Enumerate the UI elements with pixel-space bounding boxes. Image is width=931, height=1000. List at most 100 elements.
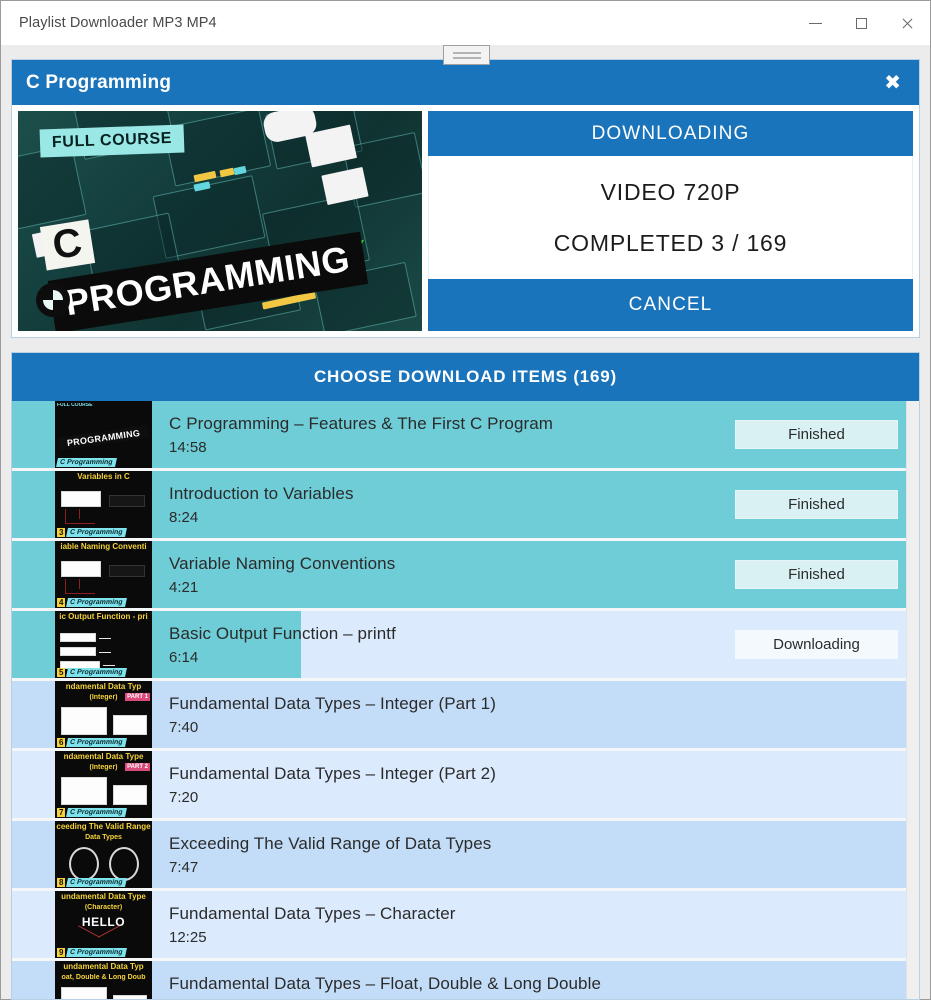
thumb-box xyxy=(113,785,147,805)
item-duration: 14:58 xyxy=(169,438,207,456)
grip-line xyxy=(452,56,481,59)
thumb-box xyxy=(61,987,107,999)
list-item[interactable]: undamental Data Typ oat, Double & Long Do… xyxy=(12,961,915,1000)
thumb-number: 5 xyxy=(57,668,66,677)
grip-line xyxy=(452,51,481,54)
item-status-button[interactable]: Downloading xyxy=(735,630,898,659)
thumb-ring xyxy=(109,847,139,881)
thumb-subtitle: Data Types xyxy=(85,834,122,841)
item-duration: 8:24 xyxy=(169,508,199,526)
thumb-ring xyxy=(69,847,99,881)
thumbnail-badge: FULL COURSE xyxy=(39,124,185,158)
item-text: Fundamental Data Types – Integer (Part 1… xyxy=(169,694,735,736)
thumb-brand: C Programming xyxy=(66,598,127,607)
list-item[interactable]: FULL COURSE PROGRAMMING C Programming C … xyxy=(12,401,915,468)
item-thumbnail: FULL COURSE PROGRAMMING C Programming xyxy=(55,401,152,468)
item-status-button[interactable]: Finished xyxy=(735,420,898,449)
maximize-button[interactable] xyxy=(838,1,884,45)
thumb-box xyxy=(109,565,145,577)
item-text: Fundamental Data Types – Float, Double &… xyxy=(169,974,735,1000)
download-status-header: DOWNLOADING xyxy=(428,111,913,156)
thumb-box xyxy=(61,707,107,735)
thumb-footer: C Programming xyxy=(56,458,117,467)
thumb-footer: 5 C Programming xyxy=(57,668,127,677)
close-window-button[interactable] xyxy=(884,1,930,45)
download-items-header: CHOOSE DOWNLOAD ITEMS (169) xyxy=(12,353,919,401)
thumb-line xyxy=(79,579,80,589)
item-thumbnail: ic Output Function - pri 5 C Programming xyxy=(55,611,152,678)
item-status-button[interactable]: Finished xyxy=(735,560,898,589)
list-item[interactable]: iable Naming Conventi 4 C Programming Va… xyxy=(12,541,915,608)
playlist-card-header: C Programming ✖ xyxy=(12,60,919,105)
thumb-line xyxy=(65,523,95,524)
thumb-number: 7 xyxy=(57,808,66,817)
item-thumbnail: ndamental Data Type (Integer) PART 2 7 C … xyxy=(55,751,152,818)
window-controls xyxy=(792,1,930,45)
list-item[interactable]: ndamental Data Typ (Integer) PART 1 6 C P… xyxy=(12,681,915,748)
list-item[interactable]: Variables in C 3 C Programming Introduct… xyxy=(12,471,915,538)
item-title: Fundamental Data Types – Integer (Part 2… xyxy=(169,763,496,783)
thumb-footer: 6 C Programming xyxy=(57,738,127,747)
download-items-list: FULL COURSE PROGRAMMING C Programming C … xyxy=(12,401,915,1000)
thumb-box xyxy=(109,495,145,507)
thumb-box xyxy=(61,561,101,577)
thumb-line xyxy=(65,593,95,594)
item-title: Variable Naming Conventions xyxy=(169,553,396,573)
item-text: Exceeding The Valid Range of Data Types … xyxy=(169,834,735,876)
close-playlist-icon[interactable]: ✖ xyxy=(880,71,905,95)
item-thumbnail: ceeding The Valid Range Data Types 8 C Pr… xyxy=(55,821,152,888)
item-thumbnail: undamental Data Type (Character) HELLO 9 C… xyxy=(55,891,152,958)
minimize-button[interactable] xyxy=(792,1,838,45)
window-titlebar: Playlist Downloader MP3 MP4 xyxy=(1,1,930,46)
thumb-line xyxy=(103,665,115,666)
close-icon xyxy=(901,17,914,30)
list-item[interactable]: ndamental Data Type (Integer) PART 2 7 C … xyxy=(12,751,915,818)
thumb-box xyxy=(61,777,107,805)
item-title: C Programming – Features & The First C P… xyxy=(169,413,554,433)
app-window: Playlist Downloader MP3 MP4 C Programmin… xyxy=(0,0,931,1000)
item-thumbnail: ndamental Data Typ (Integer) PART 1 6 C P… xyxy=(55,681,152,748)
cancel-download-button[interactable]: CANCEL xyxy=(428,279,913,331)
playlist-title: C Programming xyxy=(26,71,172,93)
item-text: Introduction to Variables 8:24 xyxy=(169,484,735,526)
thumb-tag: PART 2 xyxy=(125,763,150,771)
thumb-title: FULL COURSE xyxy=(57,403,93,408)
item-status-button[interactable]: Finished xyxy=(735,490,898,519)
list-item[interactable]: undamental Data Type (Character) HELLO 9 C… xyxy=(12,891,915,958)
thumb-title: undamental Data Typ xyxy=(63,963,144,971)
item-duration: 7:20 xyxy=(169,788,199,806)
thumb-title: ic Output Function - pri xyxy=(59,613,148,621)
minimize-icon xyxy=(808,22,822,24)
thumb-line xyxy=(65,509,66,523)
download-items-card: CHOOSE DOWNLOAD ITEMS (169) FULL COURSE … xyxy=(11,352,920,1000)
list-scrollbar[interactable] xyxy=(906,401,919,999)
download-items-scroll[interactable]: FULL COURSE PROGRAMMING C Programming C … xyxy=(12,401,919,1000)
thumb-number: 8 xyxy=(57,878,66,887)
thumb-box xyxy=(61,491,101,507)
maximize-icon xyxy=(855,17,867,29)
item-title: Exceeding The Valid Range of Data Types xyxy=(169,833,492,853)
thumb-box xyxy=(113,995,147,999)
item-text: Basic Output Function – printf 6:14 xyxy=(169,624,735,666)
thumb-number: 3 xyxy=(57,528,66,537)
item-duration: 6:14 xyxy=(169,648,199,666)
list-item[interactable]: ceeding The Valid Range Data Types 8 C Pr… xyxy=(12,821,915,888)
drag-grip-handle[interactable] xyxy=(443,45,490,65)
item-title: Fundamental Data Types – Integer (Part 1… xyxy=(169,693,496,713)
main-content: C Programming ✖ FULL COURSE C PROGRAMMIN… xyxy=(1,45,930,1000)
channel-logo-icon xyxy=(36,283,70,317)
item-text: Fundamental Data Types – Integer (Part 2… xyxy=(169,764,735,806)
thumb-brand: C Programming xyxy=(66,528,127,537)
playlist-thumbnail: FULL COURSE C PROGRAMMING ✓ ✗ xyxy=(18,111,422,331)
thumb-tag: PART 1 xyxy=(125,693,150,701)
thumb-brand: C Programming xyxy=(66,808,127,817)
thumb-word: PROGRAMMING xyxy=(57,424,150,451)
list-item[interactable]: ic Output Function - pri 5 C Programming… xyxy=(12,611,915,678)
thumb-subtitle: oat, Double & Long Doub xyxy=(61,974,146,981)
thumb-footer: 7 C Programming xyxy=(57,808,127,817)
thumb-brand: C Programming xyxy=(66,948,127,957)
item-title: Fundamental Data Types – Float, Double &… xyxy=(169,973,602,993)
thumb-number: 6 xyxy=(57,738,66,747)
thumb-brand: C Programming xyxy=(66,878,127,887)
thumb-footer: 9 C Programming xyxy=(57,948,127,957)
